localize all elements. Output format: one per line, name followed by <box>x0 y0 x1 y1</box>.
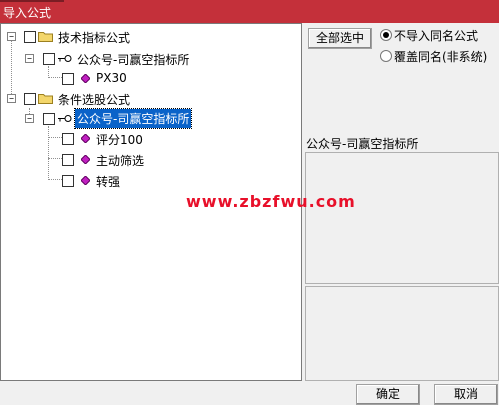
tree-node-label-selected[interactable]: 公众号-司赢空指标所 <box>73 108 193 129</box>
checkbox[interactable] <box>62 73 74 85</box>
tree-line <box>11 38 12 98</box>
tree-line <box>48 77 62 78</box>
tree-line <box>48 126 49 180</box>
cancel-button[interactable]: 取消 <box>434 384 498 405</box>
key-icon <box>58 115 72 122</box>
tree-group-label[interactable]: 技术指标公式 <box>58 29 130 46</box>
radio-label[interactable]: 不导入同名公式 <box>394 27 478 44</box>
tree-group-label[interactable]: 条件选股公式 <box>58 91 130 108</box>
description-panel <box>305 152 499 284</box>
title-bar: 导入公式 <box>0 0 499 23</box>
select-all-button[interactable]: 全部选中 <box>308 28 372 49</box>
collapse-icon[interactable]: − <box>25 54 34 63</box>
formula-icon <box>81 155 90 164</box>
window-title: 导入公式 <box>3 6 52 20</box>
folder-icon <box>38 32 53 42</box>
folder-icon <box>38 94 53 104</box>
tree-line <box>48 137 62 138</box>
radio-no-import-same-name[interactable] <box>380 29 392 41</box>
collapse-icon[interactable]: − <box>25 114 34 123</box>
tree-leaf-label[interactable]: 转强 <box>96 173 120 190</box>
collapse-icon[interactable]: − <box>7 32 16 41</box>
formula-icon <box>81 176 90 185</box>
tree-line <box>48 179 62 180</box>
radio-label[interactable]: 覆盖同名(非系统) <box>394 48 487 65</box>
ok-button[interactable]: 确定 <box>356 384 420 405</box>
selected-formula-name: 公众号-司赢空指标所 <box>306 137 419 151</box>
watermark-text: www.zbzfwu.com <box>186 192 356 211</box>
collapse-icon[interactable]: − <box>7 94 16 103</box>
tree-node-label[interactable]: 公众号-司赢空指标所 <box>77 51 189 68</box>
tree-leaf-label[interactable]: 评分100 <box>96 131 143 148</box>
checkbox[interactable] <box>24 93 36 105</box>
checkbox[interactable] <box>43 53 55 65</box>
checkbox[interactable] <box>62 154 74 166</box>
formula-icon <box>81 134 90 143</box>
checkbox[interactable] <box>62 175 74 187</box>
radio-overwrite-same-name[interactable] <box>380 50 392 62</box>
checkbox[interactable] <box>43 113 55 125</box>
parameter-panel <box>305 286 499 381</box>
tree-leaf-label[interactable]: PX30 <box>96 71 127 85</box>
checkbox[interactable] <box>62 133 74 145</box>
checkbox[interactable] <box>24 31 36 43</box>
title-bar-stub <box>0 0 64 2</box>
formula-icon <box>81 74 90 83</box>
tree-leaf-label[interactable]: 主动筛选 <box>96 152 144 169</box>
tree-line <box>48 158 62 159</box>
key-icon <box>58 55 72 62</box>
